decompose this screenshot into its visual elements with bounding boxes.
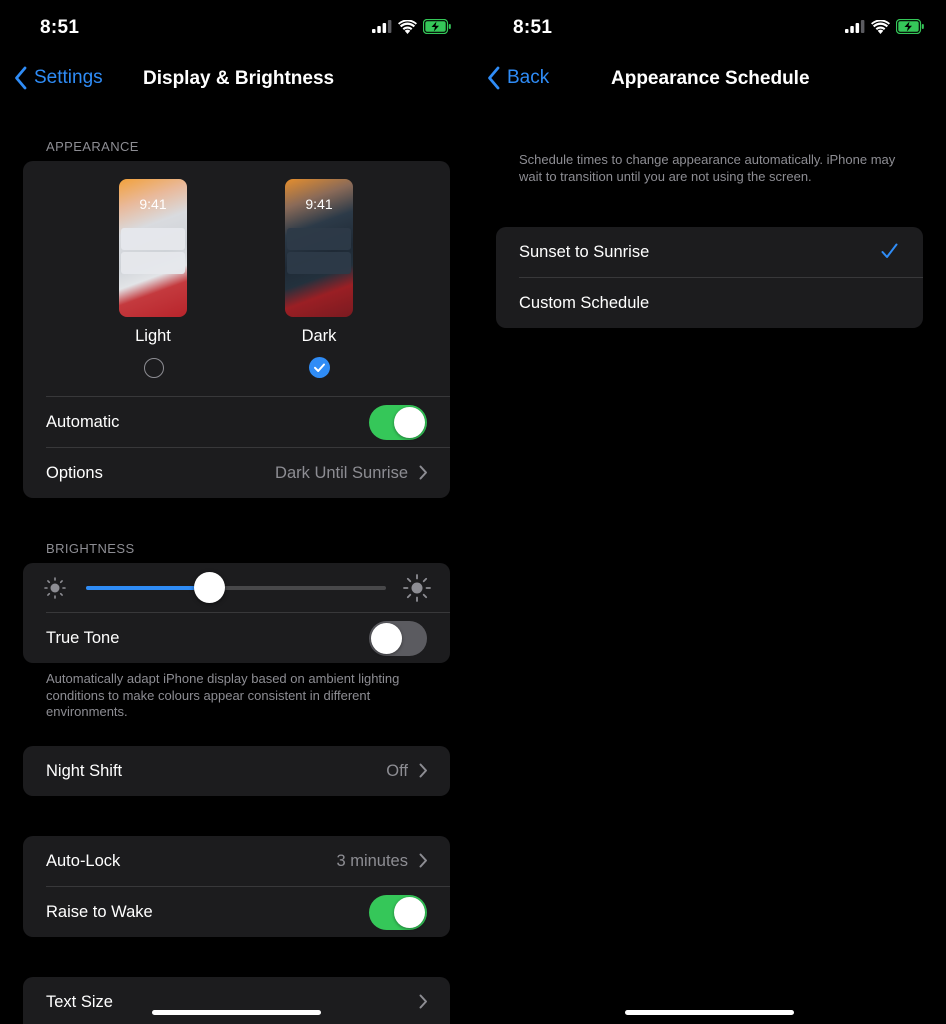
automatic-label: Automatic [46, 412, 120, 431]
option-label: Sunset to Sunrise [519, 242, 650, 261]
brightness-slider-fill [86, 586, 209, 590]
preview-notification [287, 252, 351, 274]
preview-notification [121, 252, 185, 274]
wifi-icon [871, 19, 890, 34]
status-icons [845, 19, 925, 34]
schedule-description: Schedule times to change appearance auto… [519, 152, 896, 184]
appearance-group: 9:41 Light 9:41 Dark Automatic Options D… [23, 161, 450, 498]
brightness-group: True Tone [23, 563, 450, 663]
text-group: Text Size [23, 977, 450, 1024]
battery-charging-icon [423, 19, 451, 34]
text-size-row[interactable]: Text Size [23, 977, 450, 1024]
raise-to-wake-toggle[interactable] [369, 894, 427, 930]
night-shift-group: Night Shift Off [23, 746, 450, 796]
schedule-options-group: Sunset to Sunrise Custom Schedule [496, 227, 923, 328]
preview-clock: 9:41 [139, 196, 167, 212]
night-shift-row[interactable]: Night Shift Off [23, 746, 450, 796]
preview-notification [287, 228, 351, 250]
chevron-left-icon [15, 66, 27, 90]
wifi-icon [398, 19, 417, 34]
brightness-footer-text: Automatically adapt iPhone display based… [46, 671, 400, 719]
options-row[interactable]: Options Dark Until Sunrise [23, 448, 450, 498]
light-appearance-preview[interactable]: 9:41 [119, 179, 187, 317]
home-indicator[interactable] [625, 1010, 794, 1015]
lock-group: Auto-Lock 3 minutes Raise to Wake [23, 836, 450, 937]
brightness-slider-thumb[interactable] [194, 572, 225, 603]
automatic-toggle[interactable] [369, 404, 427, 440]
back-label: Back [507, 67, 550, 88]
back-label: Settings [34, 67, 103, 88]
true-tone-row: True Tone [23, 613, 450, 663]
signal-icon [372, 20, 392, 33]
text-size-label: Text Size [46, 992, 113, 1011]
auto-lock-value: 3 minutes [336, 851, 408, 870]
options-label: Options [46, 463, 103, 482]
chevron-right-icon [419, 465, 427, 480]
dark-appearance-preview[interactable]: 9:41 [285, 179, 353, 317]
toggle-knob [394, 406, 425, 438]
dark-radio-selected[interactable] [309, 357, 330, 378]
toggle-knob [394, 896, 425, 928]
sun-large-icon [403, 574, 431, 602]
auto-lock-label: Auto-Lock [46, 851, 121, 870]
chevron-right-icon [419, 763, 427, 778]
signal-icon [845, 20, 865, 33]
back-button[interactable]: Back [487, 66, 549, 90]
sun-small-icon [44, 577, 66, 599]
status-icons [372, 19, 452, 34]
checkmark-icon [881, 243, 898, 258]
raise-to-wake-label: Raise to Wake [46, 902, 153, 921]
night-shift-value: Off [386, 761, 408, 780]
option-custom-schedule[interactable]: Custom Schedule [496, 278, 923, 328]
page-title: Display & Brightness [143, 68, 335, 89]
raise-to-wake-row: Raise to Wake [23, 887, 450, 937]
auto-lock-row[interactable]: Auto-Lock 3 minutes [23, 836, 450, 886]
preview-clock: 9:41 [305, 196, 333, 212]
preview-notification [121, 228, 185, 250]
battery-charging-icon [896, 19, 924, 34]
true-tone-toggle[interactable] [369, 620, 427, 656]
section-header-appearance: APPEARANCE [46, 139, 139, 154]
chevron-right-icon [419, 994, 427, 1009]
night-shift-label: Night Shift [46, 761, 123, 780]
toggle-knob [371, 622, 402, 654]
back-button-settings[interactable]: Settings [14, 66, 103, 90]
appearance-schedule-screen: 8:51 Back Appearance Schedule Schedule t… [473, 0, 946, 1024]
option-label: Custom Schedule [519, 293, 650, 312]
light-radio[interactable] [144, 358, 164, 378]
true-tone-label: True Tone [46, 628, 120, 647]
checkmark-icon [314, 363, 325, 372]
dark-label: Dark [301, 327, 337, 345]
display-brightness-screen: 8:51 Settings Display & Brightness APPEA… [0, 0, 473, 1024]
option-sunset-to-sunrise[interactable]: Sunset to Sunrise [496, 227, 923, 277]
options-value: Dark Until Sunrise [275, 463, 408, 482]
home-indicator[interactable] [152, 1010, 321, 1015]
section-header-brightness: BRIGHTNESS [46, 541, 135, 556]
light-label: Light [135, 327, 171, 345]
brightness-slider[interactable] [86, 572, 386, 603]
chevron-right-icon [419, 853, 427, 868]
status-time: 8:51 [513, 17, 553, 38]
chevron-left-icon [488, 66, 500, 90]
automatic-row: Automatic [23, 397, 450, 447]
status-time: 8:51 [40, 17, 80, 38]
page-title: Appearance Schedule [611, 68, 810, 89]
